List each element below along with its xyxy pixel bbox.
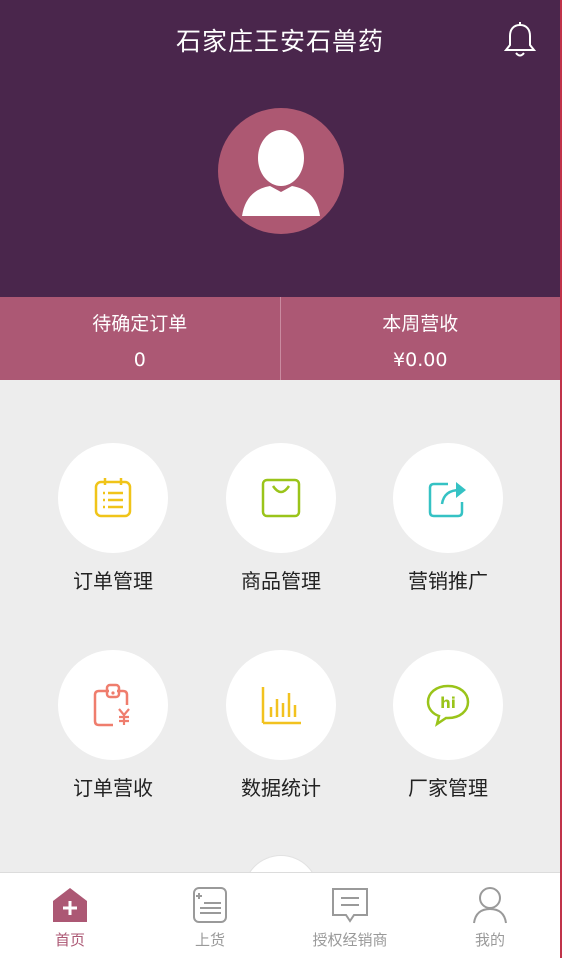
- stat-value: 0: [133, 349, 146, 371]
- tile-label: 厂家管理: [408, 776, 488, 800]
- tile-label: 商品管理: [241, 569, 321, 593]
- tab-label: 授权经销商: [312, 931, 388, 949]
- tile-order-management[interactable]: 订单管理: [29, 443, 197, 594]
- bar-chart-icon: [261, 687, 301, 725]
- svg-text:hi: hi: [440, 694, 456, 712]
- message-icon: [332, 888, 368, 923]
- tab-authorized-dealers[interactable]: 授权经销商: [280, 873, 420, 958]
- stock-icon: [193, 887, 227, 923]
- stat-label: 本周营收: [382, 313, 459, 335]
- stat-label: 待确定订单: [92, 313, 188, 335]
- stat-pending-orders[interactable]: 待确定订单 0: [0, 297, 280, 380]
- tile-label: 订单管理: [73, 569, 153, 593]
- user-silhouette-icon: [242, 130, 320, 216]
- home-icon: [53, 888, 87, 922]
- share-icon: [428, 482, 466, 518]
- tab-home[interactable]: 首页: [0, 873, 140, 958]
- bell-icon[interactable]: [502, 20, 538, 60]
- stats-bar: 待确定订单 0 本周营收 ¥0.00: [0, 297, 560, 380]
- tile-product-management[interactable]: 商品管理: [197, 443, 365, 594]
- header: 石家庄王安石兽药: [0, 0, 560, 297]
- tile-statistics[interactable]: 数据统计: [197, 650, 365, 801]
- tile-manufacturer-management[interactable]: hi 厂家管理: [364, 650, 532, 801]
- page-title: 石家庄王安石兽药: [175, 27, 384, 56]
- revenue-icon: [93, 683, 130, 727]
- tab-stock[interactable]: 上货: [140, 873, 280, 958]
- avatar[interactable]: [218, 108, 344, 234]
- app-screen: 石家庄王安石兽药 待确定订单 0 本周营收 ¥0.00 订单管理 商品管理 营销…: [0, 0, 562, 958]
- stat-value: ¥0.00: [393, 349, 448, 371]
- user-icon: [473, 887, 507, 924]
- tile-order-revenue[interactable]: 订单营收: [29, 650, 197, 801]
- tile-label: 订单营收: [73, 776, 153, 800]
- tile-marketing[interactable]: 营销推广: [364, 443, 532, 594]
- stat-weekly-revenue[interactable]: 本周营收 ¥0.00: [279, 297, 561, 380]
- tile-label: 营销推广: [408, 569, 488, 593]
- bottom-tab-bar: 首页 上货 授权经销商 我的: [0, 872, 560, 958]
- tab-label: 我的: [474, 931, 505, 949]
- tab-label: 首页: [54, 931, 85, 949]
- chat-hi-icon: hi: [426, 684, 470, 727]
- shopping-bag-icon: [261, 478, 301, 518]
- order-list-icon: [94, 478, 132, 518]
- tab-label: 上货: [194, 931, 225, 949]
- tab-profile[interactable]: 我的: [420, 873, 560, 958]
- tile-label: 数据统计: [241, 776, 321, 800]
